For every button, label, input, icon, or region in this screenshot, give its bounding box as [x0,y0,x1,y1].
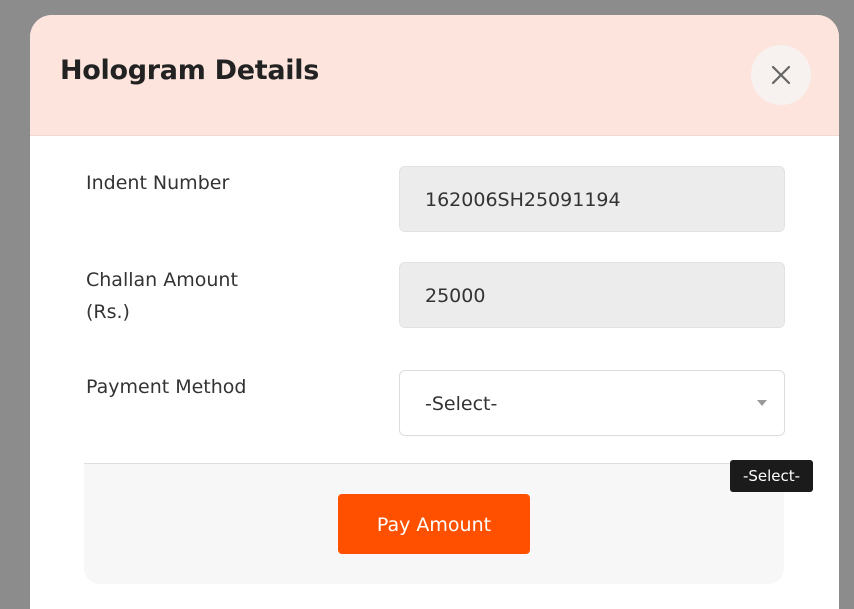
hologram-details-dialog: Hologram Details Indent Number 162006SH2… [30,15,839,609]
indent-number-field[interactable]: 162006SH25091194 [399,166,785,232]
dialog-title: Hologram Details [60,55,319,86]
dialog-header: Hologram Details [30,15,839,136]
challan-amount-label-line1: Challan Amount [86,269,238,291]
challan-amount-label: Challan Amount (Rs.) [86,264,238,328]
challan-amount-label-line2: (Rs.) [86,301,130,323]
indent-number-label: Indent Number [86,172,230,194]
dialog-footer: Pay Amount [84,463,784,584]
pay-amount-button[interactable]: Pay Amount [338,494,530,554]
close-button[interactable] [751,45,811,105]
select-tooltip: -Select- [730,460,813,492]
payment-method-selected-value: -Select- [425,393,498,415]
backdrop: Hologram Details Indent Number 162006SH2… [0,0,854,609]
dropdown-arrow-icon [757,400,767,406]
close-icon [771,65,791,85]
payment-method-label: Payment Method [86,376,247,398]
challan-amount-field[interactable]: 25000 [399,262,785,328]
payment-method-select[interactable]: -Select- [399,370,785,436]
